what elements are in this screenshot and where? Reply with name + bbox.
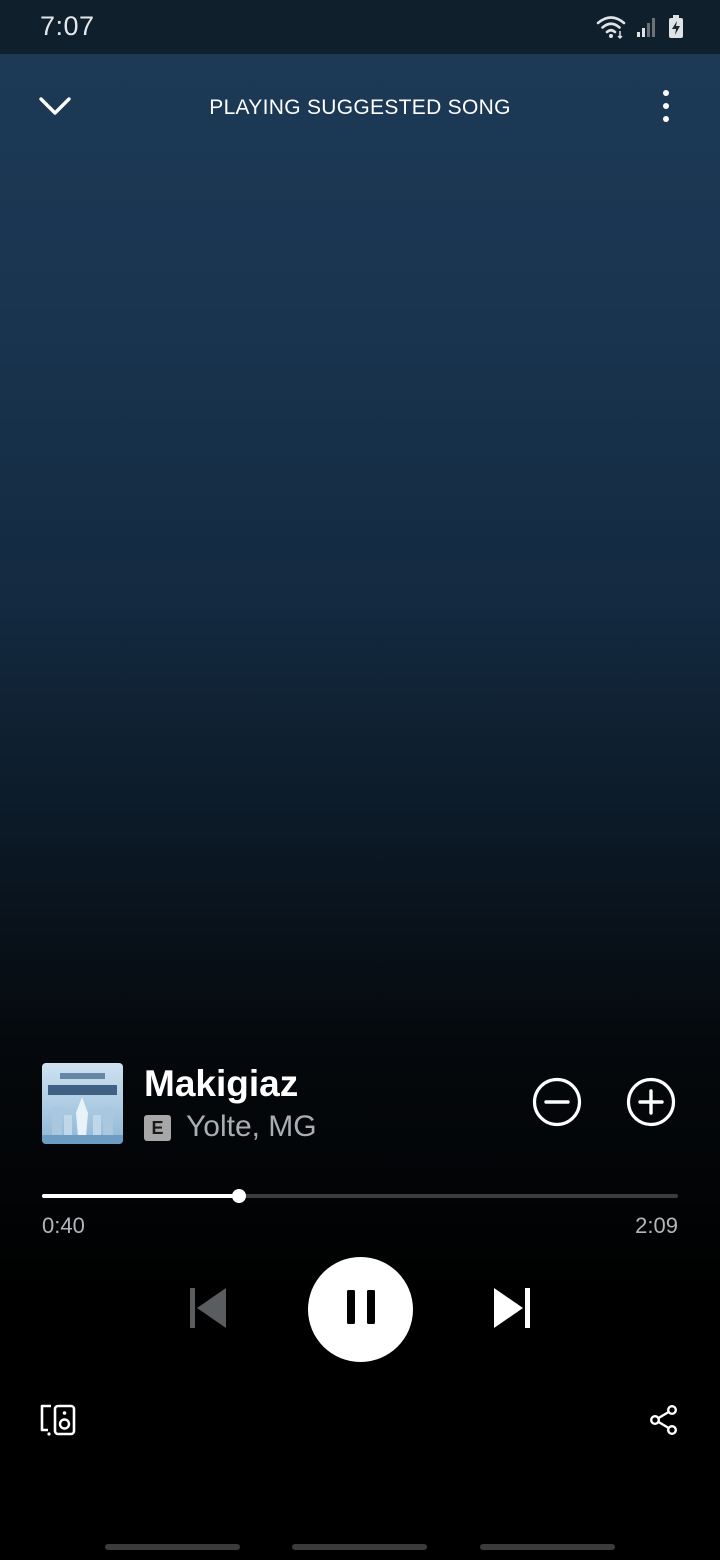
now-playing-screen: 7:07 PLAYING SUGGESTED SONG Makigiaz E Y… (0, 0, 720, 1560)
status-icons (596, 14, 684, 45)
skip-previous-icon (188, 1287, 228, 1334)
track-info: Makigiaz E Yolte, MG (42, 1063, 682, 1145)
nav-home-handle[interactable] (292, 1544, 427, 1550)
total-time: 2:09 (635, 1213, 678, 1238)
nav-back-handle[interactable] (480, 1544, 615, 1550)
playback-progress-bar[interactable] (42, 1186, 678, 1206)
connect-devices-icon (39, 1404, 77, 1441)
elapsed-time: 0:40 (42, 1213, 85, 1238)
wifi-icon (596, 14, 626, 45)
pause-button[interactable] (308, 1257, 413, 1362)
system-navigation-bar (0, 1542, 720, 1552)
signal-icon (636, 16, 658, 43)
album-art[interactable] (42, 1063, 123, 1144)
share-icon (649, 1404, 679, 1440)
collapse-button[interactable] (30, 88, 80, 128)
previous-button[interactable] (182, 1284, 234, 1336)
plus-circle-icon (625, 1076, 677, 1133)
status-bar: 7:07 (0, 0, 720, 54)
player-header: PLAYING SUGGESTED SONG (0, 72, 720, 142)
skip-next-icon (492, 1287, 532, 1334)
explicit-badge: E (144, 1115, 171, 1141)
track-title[interactable]: Makigiaz (144, 1063, 298, 1105)
chevron-down-icon (37, 94, 73, 123)
more-vertical-icon (661, 88, 671, 129)
status-time: 7:07 (40, 11, 95, 41)
add-to-library-button[interactable] (624, 1077, 678, 1131)
progress-thumb[interactable] (232, 1189, 246, 1203)
nav-recents-handle[interactable] (105, 1544, 240, 1550)
minus-circle-icon (531, 1076, 583, 1133)
progress-fill (42, 1194, 239, 1198)
more-options-button[interactable] (646, 86, 686, 130)
playing-context-title: PLAYING SUGGESTED SONG (209, 96, 511, 119)
pause-icon (344, 1289, 378, 1330)
next-button[interactable] (486, 1284, 538, 1336)
connect-devices-button[interactable] (36, 1400, 80, 1444)
hide-song-button[interactable] (530, 1077, 584, 1131)
battery-icon (668, 15, 684, 44)
artist-name[interactable]: Yolte, MG (186, 1110, 317, 1144)
share-button[interactable] (644, 1400, 684, 1444)
